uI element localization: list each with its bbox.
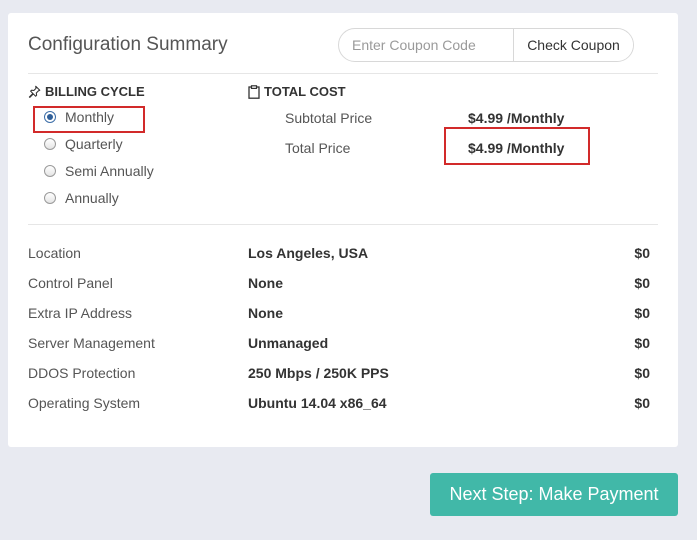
radio-monthly[interactable]	[44, 111, 56, 123]
billing-option-annually[interactable]: Annually	[44, 190, 119, 206]
coupon-group: Check Coupon	[338, 28, 634, 62]
check-coupon-button[interactable]: Check Coupon	[513, 29, 633, 61]
billing-option-label: Quarterly	[65, 136, 123, 152]
coupon-code-input[interactable]	[339, 29, 513, 61]
billing-option-quarterly[interactable]: Quarterly	[44, 136, 123, 152]
billing-option-label: Monthly	[65, 109, 115, 125]
spec-label: Extra IP Address	[28, 305, 133, 321]
next-step-make-payment-button[interactable]: Next Step: Make Payment	[430, 473, 678, 516]
total-cost-heading: TOTAL COST	[248, 84, 346, 99]
spec-price: $0	[634, 365, 650, 381]
subtotal-price-label: Subtotal Price	[285, 110, 373, 126]
billing-option-label: Annually	[65, 190, 119, 206]
clipboard-icon	[248, 84, 260, 99]
total-price-label: Total Price	[285, 140, 351, 156]
divider	[28, 224, 658, 225]
spec-value: None	[248, 275, 283, 291]
billing-cycle-heading-text: BILLING CYCLE	[45, 84, 145, 99]
spec-price: $0	[634, 335, 650, 351]
billing-option-label: Semi Annually	[65, 163, 154, 179]
subtotal-price-value: $4.99 /Monthly	[468, 110, 565, 126]
spec-price: $0	[634, 395, 650, 411]
spec-price: $0	[634, 275, 650, 291]
spec-price: $0	[634, 245, 650, 261]
spec-label: Operating System	[28, 395, 141, 411]
total-price-value: $4.99 /Monthly	[468, 140, 565, 156]
spec-value: Ubuntu 14.04 x86_64	[248, 395, 387, 411]
spec-label: Location	[28, 245, 81, 261]
total-cost-heading-text: TOTAL COST	[264, 84, 346, 99]
spec-value: Los Angeles, USA	[248, 245, 369, 261]
spec-price: $0	[634, 305, 650, 321]
billing-option-monthly[interactable]: Monthly	[44, 109, 114, 125]
spec-label: Control Panel	[28, 275, 113, 291]
pin-icon	[28, 85, 41, 98]
spec-label: DDOS Protection	[28, 365, 136, 381]
radio-semi-annually[interactable]	[44, 165, 56, 177]
configuration-summary-card: Configuration Summary Check Coupon BILLI…	[8, 13, 678, 447]
spec-value: Unmanaged	[248, 335, 329, 351]
radio-annually[interactable]	[44, 192, 56, 204]
billing-cycle-heading: BILLING CYCLE	[28, 84, 145, 99]
spec-label: Server Management	[28, 335, 155, 351]
billing-option-semi-annually[interactable]: Semi Annually	[44, 163, 154, 179]
divider	[28, 73, 658, 74]
radio-quarterly[interactable]	[44, 138, 56, 150]
card-title: Configuration Summary	[28, 34, 228, 55]
spec-value: 250 Mbps / 250K PPS	[248, 365, 389, 381]
spec-value: None	[248, 305, 283, 321]
